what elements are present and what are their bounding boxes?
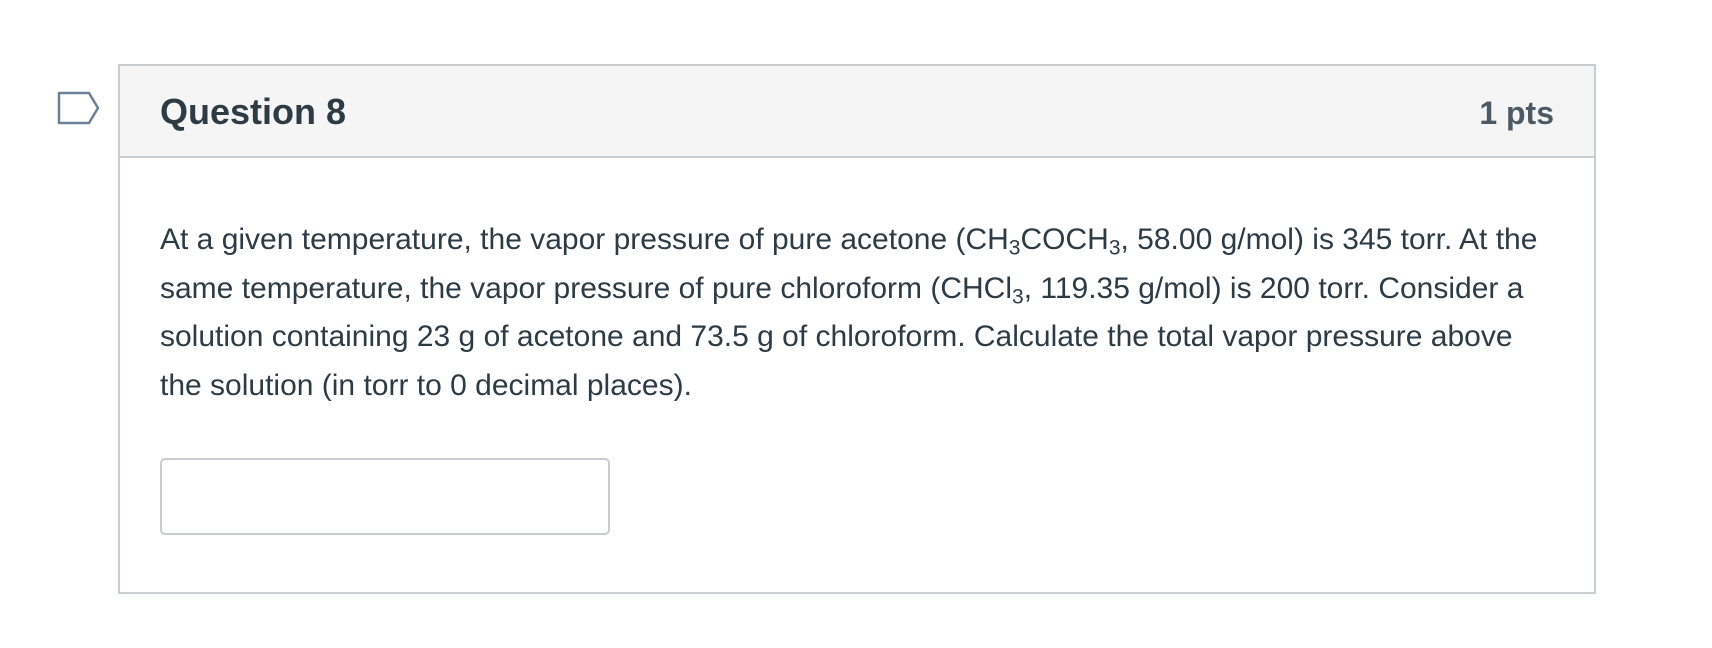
question-title: Question 8 [160,91,347,132]
question-text: At a given temperature, the vapor pressu… [160,216,1560,410]
question-text-part: At a given temperature, the vapor pressu… [160,223,1009,256]
subscript: 3 [1108,236,1121,260]
subscript: 3 [1012,284,1024,308]
question-card: Question 8 1 pts At a given temperature,… [118,64,1596,594]
question-text-part: COCH [1020,223,1109,256]
question-header: Question 8 1 pts [120,66,1594,158]
subscript: 3 [1008,236,1021,260]
answer-input[interactable] [160,458,610,535]
bookmark-flag-icon[interactable] [57,91,101,125]
question-points: 1 pts [1479,95,1554,131]
